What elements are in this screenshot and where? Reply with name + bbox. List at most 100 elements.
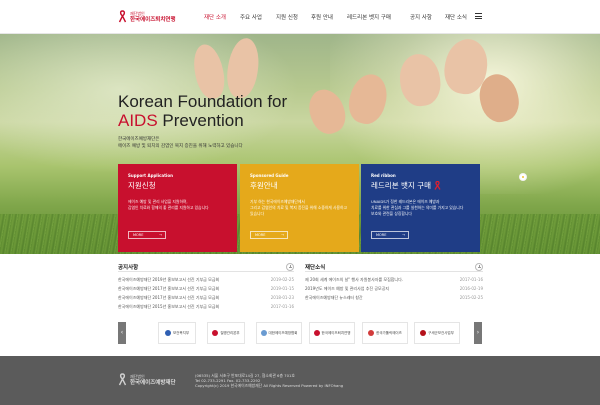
arrow-right-icon: → <box>159 233 162 237</box>
partner-emblem-icon <box>164 330 171 336</box>
partner-emblem-icon <box>420 330 427 336</box>
hero-title-line1: Korean Foundation for <box>118 92 288 111</box>
notice-section: 공지사항 한국에이즈예방재단 2019년 홍보보고서 선진 기부금 모금회 201… <box>118 262 294 313</box>
hero-description: 한국에이즈예방재단은 에이즈 예방 및 퇴치의 감염인 복지 증진을 위해 노력… <box>118 136 338 150</box>
card-support-application[interactable]: Support Application 지원신청 에이즈 예방 및 관리 사업을… <box>118 164 237 252</box>
partner-carousel: ‹ 보건복지부 질병관리본부 대한에이즈예방협회 한국에이즈퇴치연맹 한국가톨릭… <box>118 322 482 344</box>
daisy-image <box>520 174 526 180</box>
footer-info: (06535) 서울 서초구 반포대로14길 27, 협소회관 6층 701호 … <box>195 373 343 388</box>
card-description: UNAIDS가 정한 레드리본은 에이즈 예방과 치료를 위한 관심과 그를 실… <box>371 199 470 217</box>
news-list: 제 20회 세계 에이즈의 날" 행사 자원봉사자를 모집합니다. 2017-01… <box>305 277 483 304</box>
news-title: 재단소식 <box>305 264 326 271</box>
partner-logo[interactable]: 구세군보건사업부 <box>414 322 460 344</box>
list-item-title: 한국에이즈예방재단 2019년 홍보보고서 선진 기부금 모금회 <box>118 277 220 282</box>
red-ribbon-icon <box>434 180 441 190</box>
card-desc-line: 보호와 관련을 상징합니다 <box>371 211 412 216</box>
news-more-plus-icon[interactable] <box>475 262 483 271</box>
list-item-title: 2019년도 에이즈 예방 및 관리사업 추진 공모공지 <box>305 286 390 291</box>
red-ribbon-logo-icon <box>118 373 127 386</box>
notice-list: 한국에이즈예방재단 2019년 홍보보고서 선진 기부금 모금회 2019-02-… <box>118 277 294 313</box>
more-label: MORE <box>133 233 144 237</box>
partner-logo[interactable]: 대한에이즈예방협회 <box>256 322 302 344</box>
card-title: 후원안내 <box>250 181 278 190</box>
nav-item-badge[interactable]: 레드리본 벳지 구매 <box>347 13 410 21</box>
list-item-date: 2015-02-25 <box>459 295 483 300</box>
more-label: MORE <box>376 233 387 237</box>
footer-copyright: Copyright(c) 2019 한국에이즈예방재단 All Rights R… <box>195 383 344 388</box>
card-title: 지원신청 <box>128 181 156 190</box>
nav-item-sponsor[interactable]: 후원 안내 <box>311 13 347 21</box>
notice-more-plus-icon[interactable] <box>286 262 294 271</box>
partner-name: 한국에이즈퇴치연맹 <box>321 330 351 335</box>
nav-item-about[interactable]: 재단 소개 <box>204 13 240 21</box>
list-item[interactable]: 제 20회 세계 에이즈의 날" 행사 자원봉사자를 모집합니다. 2017-01… <box>305 277 483 286</box>
more-button[interactable]: MORE → <box>250 231 288 239</box>
card-subtitle: Support Application <box>128 173 173 178</box>
card-description: 기부 하는 한국에이즈예방재단에서 그리고 감염인의 치료 및 복지 증진을 위… <box>250 199 349 217</box>
list-item-date: 2016-02-19 <box>459 286 483 291</box>
partner-emblem-icon <box>260 330 267 336</box>
list-item-date: 2018-01-23 <box>270 295 294 300</box>
list-item-title: 한국에이즈예방재단 뉴스레터 창간 <box>305 295 363 300</box>
hero-title-aids: AIDS <box>118 111 158 130</box>
partner-logo[interactable]: 한국에이즈퇴치연맹 <box>309 322 355 344</box>
site-logo[interactable]: 재단법인 한국에이즈퇴치연맹 <box>118 10 176 23</box>
site-header: 재단법인 한국에이즈퇴치연맹 재단 소개 주요 사업 지원 신청 후원 안내 레… <box>0 0 600 34</box>
card-subtitle: Red ribbon <box>371 173 396 178</box>
hero-desc-line2: 에이즈 예방 및 퇴치의 감염인 복지 증진을 위해 노력하고 있습니다 <box>118 144 243 149</box>
list-item[interactable]: 한국에이즈예방재단 뉴스레터 창간 2015-02-25 <box>305 295 483 304</box>
nav-item-notice[interactable]: 공지 사항 <box>410 13 445 21</box>
hero-desc-line1: 한국에이즈예방재단은 <box>118 137 160 142</box>
footer-logo[interactable]: 재단법인 한국에이즈예방재단 <box>118 373 176 386</box>
partner-name: 보건복지부 <box>172 330 190 335</box>
site-footer: 재단법인 한국에이즈예방재단 (06535) 서울 서초구 반포대로14길 27… <box>0 356 600 405</box>
partner-name: 질병관리본부 <box>220 330 240 335</box>
red-ribbon-logo-icon <box>118 10 127 23</box>
card-desc-line: 그리고 감염인의 치료 및 복지 증진을 위해 소중하게 사용하고 있습니다 <box>250 205 347 216</box>
list-item-date: 2019-01-15 <box>270 286 294 291</box>
list-item-title: 제 20회 세계 에이즈의 날" 행사 자원봉사자를 모집합니다. <box>305 277 404 282</box>
list-item[interactable]: 한국에이즈예방재단 2015년 홍보보고서 선진 기부금 모금회 2017-01-… <box>118 304 294 313</box>
partner-logo[interactable]: 질병관리본부 <box>207 322 245 344</box>
arrow-right-icon: → <box>281 233 284 237</box>
card-subtitle: Sponsored Guide <box>250 173 289 178</box>
partner-logo[interactable]: 보건복지부 <box>158 322 196 344</box>
nav-item-business[interactable]: 주요 사업 <box>240 13 276 21</box>
nav-item-apply[interactable]: 지원 신청 <box>276 13 311 21</box>
card-sponsor-guide[interactable]: Sponsored Guide 후원안내 기부 하는 한국에이즈예방재단에서 그… <box>240 164 359 252</box>
more-button[interactable]: MORE → <box>128 231 166 239</box>
carousel-prev-button[interactable]: ‹ <box>118 322 126 344</box>
carousel-next-button[interactable]: › <box>474 322 482 344</box>
card-desc-line: 감염인 치료와 함께의 좋 관리를 지원하고 있습니다 <box>128 205 209 210</box>
list-item[interactable]: 한국에이즈예방재단 2017년 홍보보고서 선진 기부금 모금회 2019-01-… <box>118 286 294 295</box>
hero-title: Korean Foundation for AIDS Prevention <box>118 92 287 130</box>
list-item-title: 한국에이즈예방재단 2017년 홍보보고서 선진 기부금 모금회 <box>118 295 220 300</box>
partner-emblem-icon <box>368 330 375 336</box>
hamburger-menu-icon[interactable] <box>475 13 482 19</box>
main-nav: 재단 소개 주요 사업 지원 신청 후원 안내 레드리본 벳지 구매 공지 사항… <box>204 13 475 21</box>
card-title: 레드리본 뱃지 구매 <box>371 180 470 191</box>
list-item-date: 2019-02-25 <box>270 277 294 282</box>
arrow-right-icon: → <box>402 233 405 237</box>
news-section: 재단소식 제 20회 세계 에이즈의 날" 행사 자원봉사자를 모집합니다. 20… <box>305 262 483 304</box>
notice-title: 공지사항 <box>118 264 139 271</box>
list-item[interactable]: 한국에이즈예방재단 2019년 홍보보고서 선진 기부금 모금회 2019-02-… <box>118 277 294 286</box>
partner-emblem-icon <box>313 330 320 336</box>
list-item-title: 한국에이즈예방재단 2015년 홍보보고서 선진 기부금 모금회 <box>118 304 220 309</box>
nav-item-news[interactable]: 재단 소식 <box>445 13 475 21</box>
card-description: 에이즈 예방 및 관리 사업을 지원하며, 감염인 치료와 함께의 좋 관리를 … <box>128 199 227 211</box>
partner-name: 대한에이즈예방협회 <box>268 330 298 335</box>
partner-emblem-icon <box>212 330 219 336</box>
list-item[interactable]: 한국에이즈예방재단 2017년 홍보보고서 선진 기부금 모금회 2018-01-… <box>118 295 294 304</box>
logo-name-text: 한국에이즈퇴치연맹 <box>130 16 176 23</box>
list-item-date: 2017-01-16 <box>459 277 483 282</box>
list-item[interactable]: 2019년도 에이즈 예방 및 관리사업 추진 공모공지 2016-02-19 <box>305 286 483 295</box>
list-item-title: 한국에이즈예방재단 2017년 홍보보고서 선진 기부금 모금회 <box>118 286 220 291</box>
more-button[interactable]: MORE → <box>371 231 409 239</box>
card-red-ribbon[interactable]: Red ribbon 레드리본 뱃지 구매 UNAIDS가 정한 레드리본은 에… <box>361 164 480 252</box>
hero-title-rest: Prevention <box>157 111 244 130</box>
partner-name: 구세군보건사업부 <box>428 330 454 335</box>
partner-logo[interactable]: 한국가톨릭에이즈 <box>362 322 408 344</box>
more-label: MORE <box>255 233 266 237</box>
card-title-text: 레드리본 뱃지 구매 <box>371 181 431 190</box>
